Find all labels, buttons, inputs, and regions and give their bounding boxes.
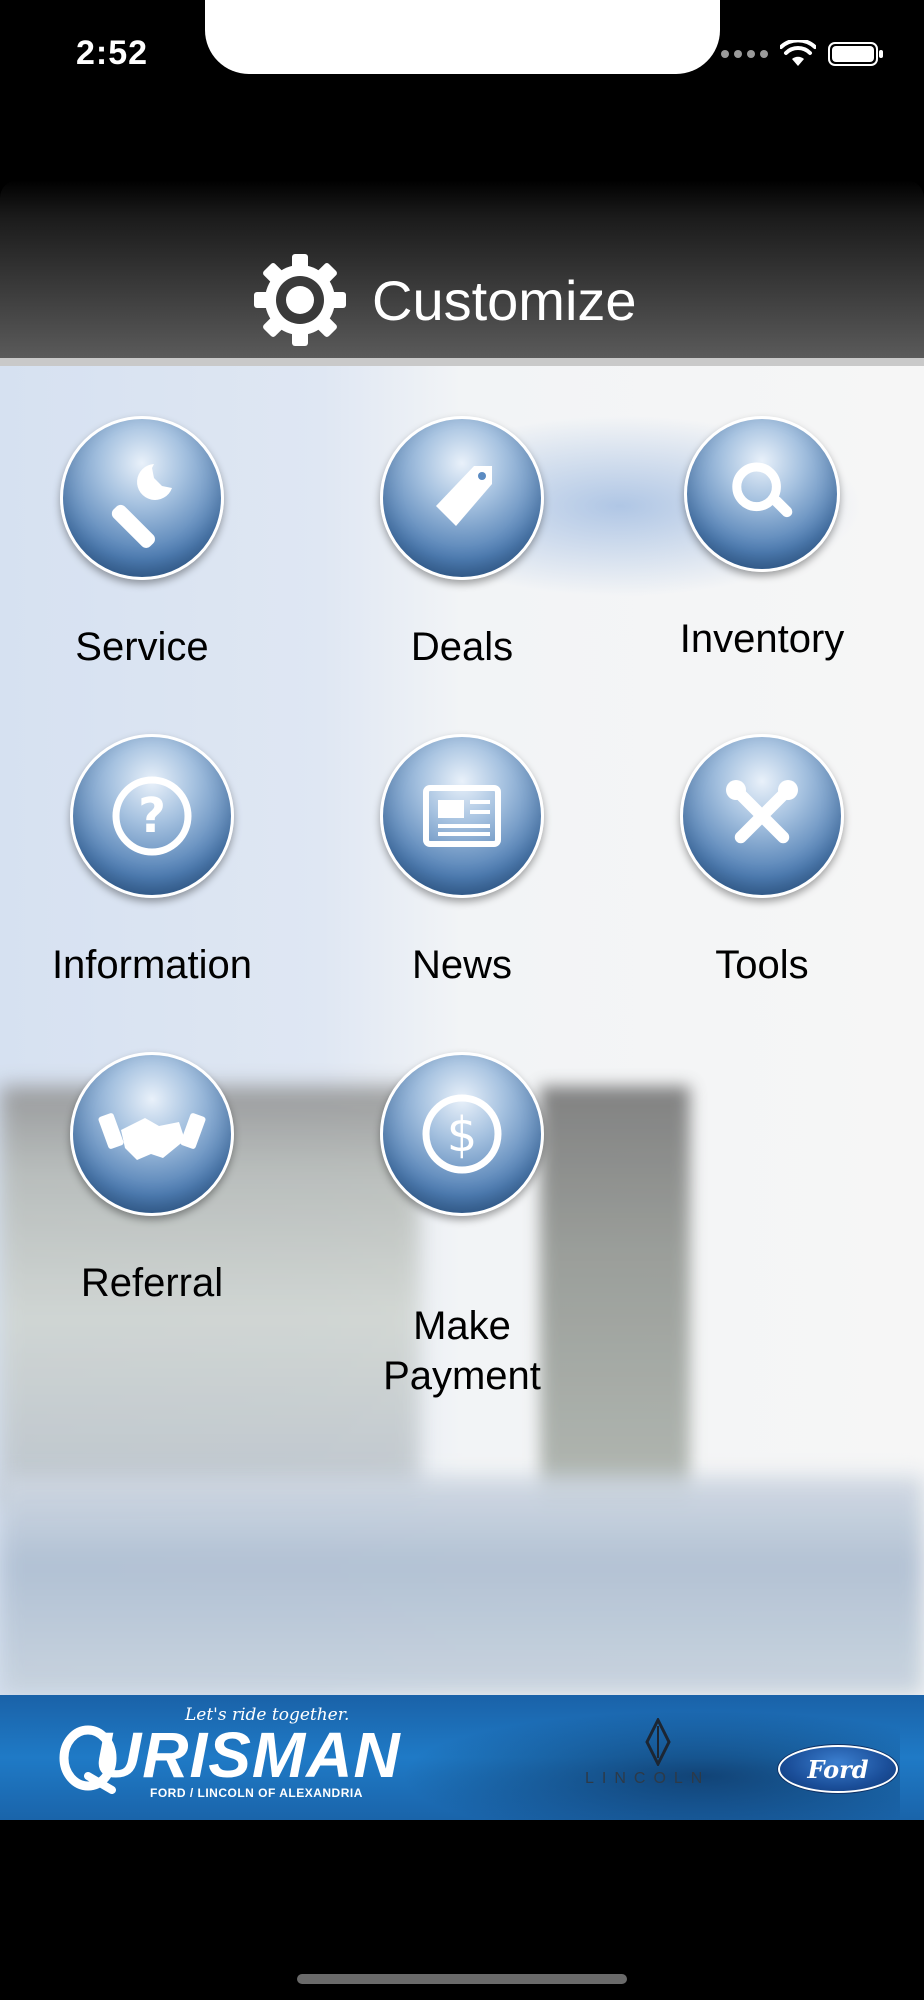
svg-text:$: $ — [447, 1107, 478, 1163]
tile-label: Tools — [715, 943, 809, 987]
tile-label: News — [411, 943, 513, 987]
notch — [205, 0, 720, 74]
wrench-icon — [60, 416, 224, 580]
tile-label: Information — [51, 943, 253, 987]
tile-information[interactable]: ? Information — [42, 734, 262, 990]
brand-subtitle: FORD / LINCOLN OF ALEXANDRIA — [150, 1786, 363, 1800]
battery-icon — [828, 42, 883, 66]
tile-label: Inventory — [679, 617, 845, 661]
status-time: 2:52 — [76, 34, 149, 72]
tile-make-payment[interactable]: $ Make Payment — [342, 1052, 582, 1401]
cellular-signal-icon — [721, 50, 768, 58]
home-indicator[interactable] — [297, 1974, 627, 1984]
tile-label: Referral — [80, 1261, 224, 1305]
lincoln-star-icon — [645, 1718, 671, 1766]
tile-news[interactable]: News — [362, 734, 562, 990]
tile-label: Service — [75, 625, 209, 669]
tile-label: Make Payment — [383, 1304, 541, 1398]
phone-screen: 2:52 Customize Service Deals Inventory ?… — [0, 0, 924, 2000]
ford-logo: Ford — [778, 1745, 898, 1793]
background-photo-lower — [0, 1476, 924, 1696]
header-divider — [0, 358, 924, 366]
magnifier-icon — [684, 416, 840, 572]
tile-label: Deals — [410, 625, 514, 669]
gear-icon — [254, 254, 346, 346]
tile-service[interactable]: Service — [42, 416, 242, 672]
tile-referral[interactable]: Referral — [42, 1052, 262, 1308]
newspaper-icon — [380, 734, 544, 898]
tile-tools[interactable]: Tools — [662, 734, 862, 990]
lincoln-logo: LINCOLN — [585, 1770, 711, 1787]
question-icon: ? — [70, 734, 234, 898]
dollar-icon: $ — [380, 1052, 544, 1216]
brand-name: URISMAN — [95, 1719, 401, 1791]
status-bar: 2:52 — [0, 0, 924, 120]
customize-button[interactable]: Customize — [250, 250, 637, 350]
price-tag-icon — [380, 416, 544, 580]
svg-text:?: ? — [138, 788, 166, 844]
header-title: Customize — [372, 268, 637, 332]
wifi-icon — [780, 40, 816, 66]
menu-grid-area: Service Deals Inventory ? Information Ne… — [0, 366, 924, 1696]
tile-inventory[interactable]: Inventory — [662, 416, 862, 664]
tile-deals[interactable]: Deals — [362, 416, 562, 672]
tools-icon — [680, 734, 844, 898]
handshake-icon — [70, 1052, 234, 1216]
status-icons — [721, 40, 884, 68]
